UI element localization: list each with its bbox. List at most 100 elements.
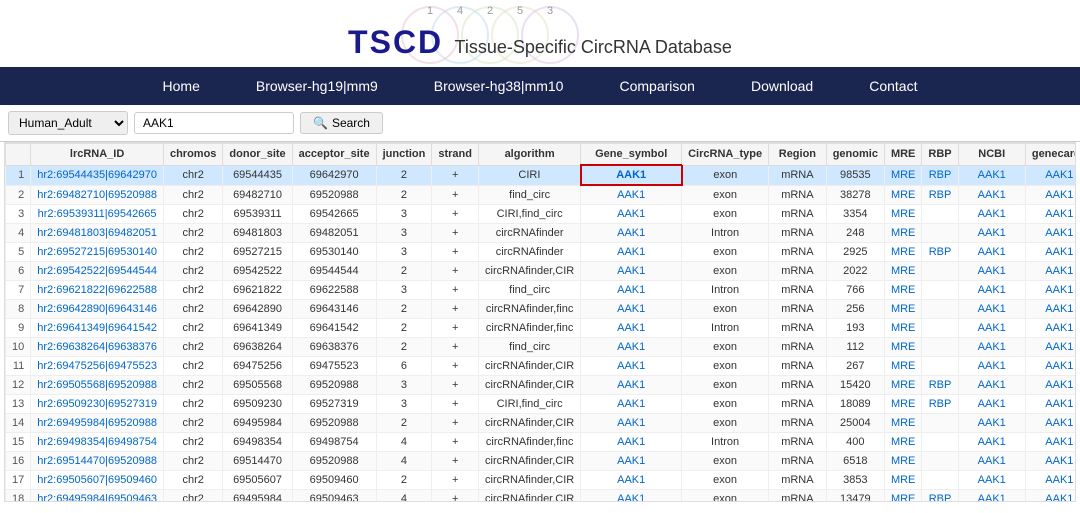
nav-browser-hg19[interactable]: Browser-hg19|mm9 <box>228 67 406 105</box>
table-row[interactable]: 4 hr2:69481803|69482051 chr2 69481803 69… <box>6 224 1077 243</box>
table-row[interactable]: 1 hr2:69544435|69642970 chr2 69544435 69… <box>6 165 1077 185</box>
row-mre: MRE <box>884 185 921 205</box>
row-genecards: AAK1 <box>1025 185 1076 205</box>
row-id: hr2:69641349|69641542 <box>31 319 164 338</box>
table-row[interactable]: 18 hr2:69495984|69509463 chr2 69495984 6… <box>6 490 1077 503</box>
nav-comparison[interactable]: Comparison <box>591 67 722 105</box>
table-row[interactable]: 2 hr2:69482710|69520988 chr2 69482710 69… <box>6 185 1077 205</box>
gene-cell: AAK1 <box>581 281 682 300</box>
row-id: hr2:69481803|69482051 <box>31 224 164 243</box>
row-ncbi: AAK1 <box>958 205 1025 224</box>
row-number: 14 <box>6 414 31 433</box>
table-row[interactable]: 5 hr2:69527215|69530140 chr2 69527215 69… <box>6 243 1077 262</box>
row-id: hr2:69514470|69520988 <box>31 452 164 471</box>
row-mre: MRE <box>884 262 921 281</box>
search-input[interactable] <box>134 112 294 134</box>
row-number: 11 <box>6 357 31 376</box>
row-mre: MRE <box>884 376 921 395</box>
row-mre: MRE <box>884 319 921 338</box>
gene-cell: AAK1 <box>581 224 682 243</box>
row-region: mRNA <box>769 338 827 357</box>
row-id: hr2:69542522|69544544 <box>31 262 164 281</box>
row-chr: chr2 <box>163 185 222 205</box>
table-row[interactable]: 7 hr2:69621822|69622588 chr2 69621822 69… <box>6 281 1077 300</box>
table-row[interactable]: 10 hr2:69638264|69638376 chr2 69638264 6… <box>6 338 1077 357</box>
row-junction: 2 <box>376 338 432 357</box>
row-rbp: RBP <box>922 185 958 205</box>
row-number: 1 <box>6 165 31 185</box>
row-donor: 69641349 <box>223 319 292 338</box>
table-row[interactable]: 3 hr2:69539311|69542665 chr2 69539311 69… <box>6 205 1077 224</box>
row-chr: chr2 <box>163 338 222 357</box>
col-region: Region <box>769 144 827 166</box>
table-row[interactable]: 12 hr2:69505568|69520988 chr2 69505568 6… <box>6 376 1077 395</box>
row-genomic: 98535 <box>826 165 884 185</box>
row-type: Intron <box>682 224 769 243</box>
row-junction: 3 <box>376 205 432 224</box>
row-genecards: AAK1 <box>1025 395 1076 414</box>
row-type: exon <box>682 338 769 357</box>
row-id: hr2:69527215|69530140 <box>31 243 164 262</box>
col-rbp: RBP <box>922 144 958 166</box>
row-region: mRNA <box>769 376 827 395</box>
row-strand: + <box>432 319 479 338</box>
row-strand: + <box>432 433 479 452</box>
table-row[interactable]: 11 hr2:69475256|69475523 chr2 69475256 6… <box>6 357 1077 376</box>
row-genecards: AAK1 <box>1025 414 1076 433</box>
row-donor: 69482710 <box>223 185 292 205</box>
col-genomic: genomic <box>826 144 884 166</box>
logo-subtitle: Tissue-Specific CircRNA Database <box>455 37 732 57</box>
nav-home[interactable]: Home <box>135 67 228 105</box>
gene-cell: AAK1 <box>581 452 682 471</box>
gene-cell: AAK1 <box>581 300 682 319</box>
row-type: exon <box>682 165 769 185</box>
col-mre: MRE <box>884 144 921 166</box>
row-type: exon <box>682 243 769 262</box>
species-dropdown[interactable]: Human_AdultHuman_FetalMouse_AdultMouse_F… <box>8 111 128 135</box>
row-mre: MRE <box>884 471 921 490</box>
table-row[interactable]: 17 hr2:69505607|69509460 chr2 69505607 6… <box>6 471 1077 490</box>
row-rbp <box>922 224 958 243</box>
row-number: 16 <box>6 452 31 471</box>
search-button[interactable]: 🔍 Search <box>300 112 383 134</box>
nav-contact[interactable]: Contact <box>841 67 945 105</box>
nav-download[interactable]: Download <box>723 67 841 105</box>
row-acceptor: 69542665 <box>292 205 376 224</box>
table-row[interactable]: 16 hr2:69514470|69520988 chr2 69514470 6… <box>6 452 1077 471</box>
row-number: 7 <box>6 281 31 300</box>
row-junction: 4 <box>376 433 432 452</box>
row-junction: 2 <box>376 185 432 205</box>
row-chr: chr2 <box>163 376 222 395</box>
row-ncbi: AAK1 <box>958 490 1025 503</box>
row-acceptor: 69641542 <box>292 319 376 338</box>
table-row[interactable]: 15 hr2:69498354|69498754 chr2 69498354 6… <box>6 433 1077 452</box>
row-ncbi: AAK1 <box>958 300 1025 319</box>
results-table-container: lrcRNA_ID chromos donor_site acceptor_si… <box>4 142 1076 502</box>
row-ncbi: AAK1 <box>958 262 1025 281</box>
row-type: exon <box>682 471 769 490</box>
row-number: 17 <box>6 471 31 490</box>
row-rbp <box>922 262 958 281</box>
search-button-label: Search <box>332 116 370 130</box>
row-ncbi: AAK1 <box>958 165 1025 185</box>
row-algorithm: circRNAfinder,CIR <box>479 452 581 471</box>
row-id: hr2:69638264|69638376 <box>31 338 164 357</box>
table-row[interactable]: 8 hr2:69642890|69643146 chr2 69642890 69… <box>6 300 1077 319</box>
row-donor: 69495984 <box>223 414 292 433</box>
nav-browser-hg38[interactable]: Browser-hg38|mm10 <box>406 67 592 105</box>
row-id: hr2:69475256|69475523 <box>31 357 164 376</box>
table-row[interactable]: 13 hr2:69509230|69527319 chr2 69509230 6… <box>6 395 1077 414</box>
row-junction: 3 <box>376 281 432 300</box>
row-chr: chr2 <box>163 433 222 452</box>
row-mre: MRE <box>884 205 921 224</box>
row-id: hr2:69509230|69527319 <box>31 395 164 414</box>
row-rbp: RBP <box>922 490 958 503</box>
row-strand: + <box>432 376 479 395</box>
row-region: mRNA <box>769 165 827 185</box>
table-row[interactable]: 14 hr2:69495984|69520988 chr2 69495984 6… <box>6 414 1077 433</box>
row-acceptor: 69638376 <box>292 338 376 357</box>
table-row[interactable]: 9 hr2:69641349|69641542 chr2 69641349 69… <box>6 319 1077 338</box>
row-genomic: 15420 <box>826 376 884 395</box>
table-row[interactable]: 6 hr2:69542522|69544544 chr2 69542522 69… <box>6 262 1077 281</box>
row-genomic: 2925 <box>826 243 884 262</box>
